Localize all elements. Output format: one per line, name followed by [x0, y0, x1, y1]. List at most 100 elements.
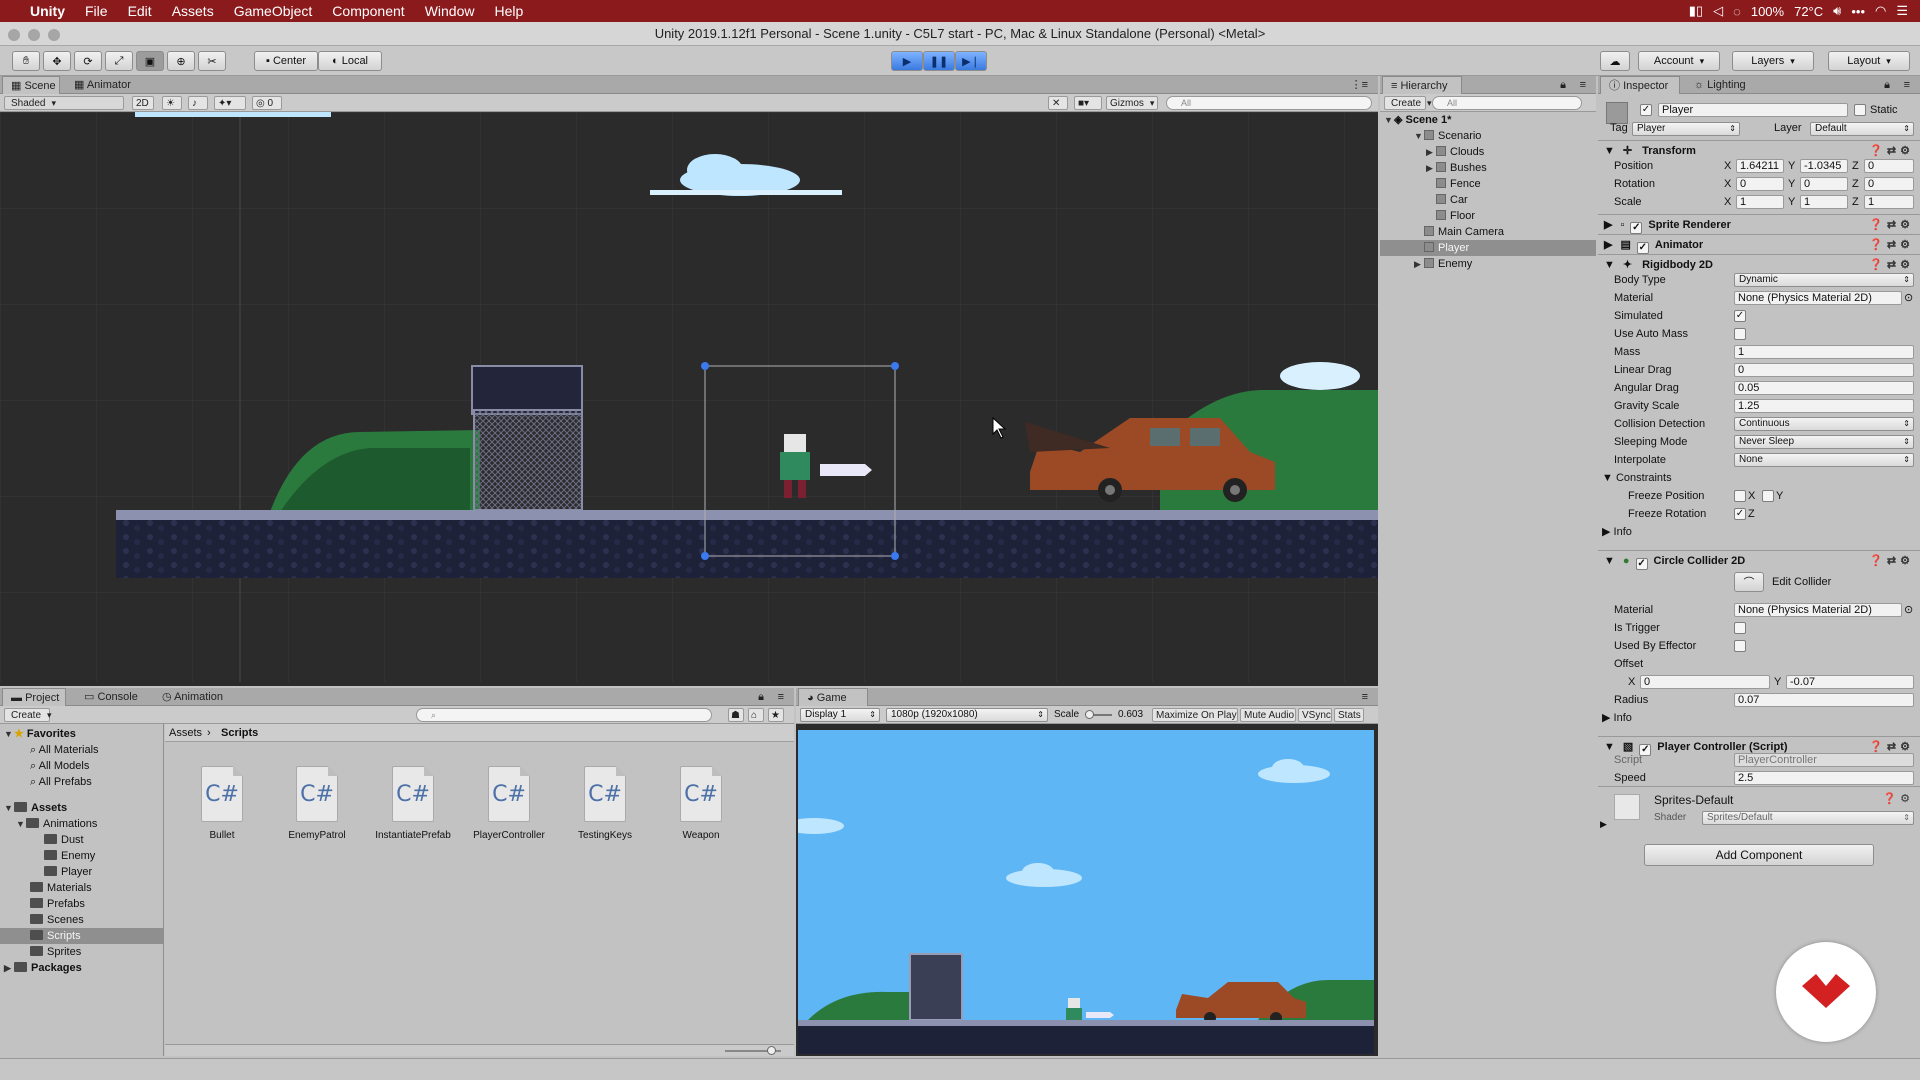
wifi-icon[interactable]: ◠	[1875, 3, 1886, 19]
animator-header[interactable]: ▶ ▤ ✓ Animator ❓⇄⚙	[1598, 234, 1920, 254]
position-x-field[interactable]: 1.64211	[1736, 159, 1784, 173]
hierarchy-item-player[interactable]: Player	[1380, 240, 1596, 256]
project-create-dropdown[interactable]: Create	[4, 708, 50, 722]
tab-inspector[interactable]: ⓘ Inspector	[1600, 76, 1680, 94]
menu-component[interactable]: Component	[322, 3, 414, 19]
script-file-playercontroller[interactable]: C# PlayerController	[464, 766, 554, 841]
gizmos-dropdown[interactable]: Gizmos	[1106, 96, 1158, 110]
script-file-weapon[interactable]: C# Weapon	[656, 766, 746, 841]
pivot-center-button[interactable]: ▪ Center	[254, 51, 318, 71]
fold-arrow-icon[interactable]: ▼	[1384, 112, 1394, 128]
layout-dropdown[interactable]: Layout	[1828, 51, 1910, 71]
fold-arrow-icon[interactable]: ▶	[1602, 712, 1614, 724]
shading-mode-dropdown[interactable]: Shaded	[4, 96, 124, 110]
effects-dropdown-icon[interactable]: ✦▾	[214, 96, 246, 110]
interpolate-dropdown[interactable]: None	[1734, 453, 1914, 467]
hierarchy-item-scenario[interactable]: ▼ Scenario	[1414, 128, 1584, 144]
sidebar-status-icon[interactable]: ▮▯	[1689, 3, 1703, 19]
step-button[interactable]: ▶❘	[955, 51, 987, 71]
more-icon[interactable]: •••	[1851, 4, 1865, 19]
fold-arrow-icon[interactable]: ▶	[1600, 816, 1607, 832]
auto-mass-checkbox[interactable]	[1734, 328, 1746, 340]
hierarchy-item-floor[interactable]: Floor	[1436, 208, 1586, 224]
fold-arrow-icon[interactable]: ▼	[1604, 145, 1615, 157]
layers-dropdown[interactable]: Layers	[1732, 51, 1814, 71]
tab-animator[interactable]: ▦ Animator	[66, 76, 139, 94]
project-search-input[interactable]: ⌕	[416, 708, 712, 722]
folder-player[interactable]: Player	[44, 864, 92, 880]
breadcrumb-assets[interactable]: Assets	[169, 725, 202, 741]
collider-material-field[interactable]: None (Physics Material 2D)	[1734, 603, 1902, 617]
freeze-pos-y-checkbox[interactable]	[1762, 490, 1774, 502]
animator-checkbox[interactable]: ✓	[1636, 242, 1649, 254]
zoom-window-button[interactable]	[48, 29, 60, 41]
script-file-enemypatrol[interactable]: C# EnemyPatrol	[272, 766, 362, 841]
folder-scripts[interactable]: Scripts	[0, 928, 163, 944]
menu-assets[interactable]: Assets	[162, 3, 224, 19]
object-picker-icon[interactable]: ⊙	[1904, 290, 1913, 306]
hierarchy-menu-icon[interactable]: ≡	[1572, 76, 1594, 94]
menu-help[interactable]: Help	[484, 3, 533, 19]
fold-arrow-icon[interactable]: ▶	[1426, 144, 1436, 160]
play-button[interactable]: ▶	[891, 51, 923, 71]
minimize-window-button[interactable]	[28, 29, 40, 41]
fold-arrow-icon[interactable]: ▶	[1414, 256, 1424, 272]
favorite-all-models[interactable]: ⌕ All Models	[30, 758, 89, 774]
icon-size-slider-thumb[interactable]	[767, 1046, 776, 1055]
used-by-effector-checkbox[interactable]	[1734, 640, 1746, 652]
filter-type-icon[interactable]: ☗	[728, 708, 744, 722]
hierarchy-item-main-camera[interactable]: Main Camera	[1424, 224, 1590, 240]
hierarchy-item-fence[interactable]: Fence	[1436, 176, 1586, 192]
scene-root-row[interactable]: ▼◈ Scene 1*	[1384, 112, 1590, 128]
rotation-y-field[interactable]: 0	[1800, 177, 1848, 191]
scale-z-field[interactable]: 1	[1864, 195, 1914, 209]
sleeping-mode-dropdown[interactable]: Never Sleep	[1734, 435, 1914, 449]
fold-arrow-icon[interactable]: ▶	[1426, 160, 1436, 176]
game-view-canvas[interactable]	[798, 730, 1374, 1054]
assets-root-row[interactable]: ▼ Assets	[4, 800, 67, 816]
fold-arrow-icon[interactable]: ▼	[1604, 259, 1615, 271]
gravity-scale-field[interactable]: 1.25	[1734, 399, 1914, 413]
menu-gameobject[interactable]: GameObject	[224, 3, 323, 19]
account-dropdown[interactable]: Account	[1638, 51, 1720, 71]
rotation-z-field[interactable]: 0	[1864, 177, 1914, 191]
favorite-all-prefabs[interactable]: ⌕ All Prefabs	[30, 774, 92, 790]
2d-toggle[interactable]: 2D	[132, 96, 154, 110]
scale-slider-thumb[interactable]	[1085, 710, 1094, 719]
simulated-checkbox[interactable]: ✓	[1734, 310, 1746, 322]
offset-x-field[interactable]: 0	[1640, 675, 1770, 689]
scene-tools-icon[interactable]: ✕	[1048, 96, 1068, 110]
edit-collider-button[interactable]: ⌒	[1734, 572, 1764, 592]
hierarchy-item-bushes[interactable]: ▶ Bushes	[1426, 160, 1586, 176]
object-picker-icon[interactable]: ⊙	[1904, 602, 1913, 618]
fold-arrow-icon[interactable]: ▼	[4, 726, 14, 742]
pause-button[interactable]: ❚❚	[923, 51, 955, 71]
mass-field[interactable]: 1	[1734, 345, 1914, 359]
scene-viewport[interactable]	[0, 112, 1378, 686]
resolution-dropdown[interactable]: 1080p (1920x1080)	[886, 708, 1048, 722]
favorites-row[interactable]: ▼★ Favorites	[4, 726, 76, 742]
hierarchy-item-enemy[interactable]: ▶ Enemy	[1414, 256, 1584, 272]
game-menu-icon[interactable]: ≡	[1354, 688, 1376, 706]
packages-row[interactable]: ▶ Packages	[4, 960, 82, 976]
sprite-renderer-header[interactable]: ▶ ▫ ✓ Sprite Renderer ❓⇄⚙	[1598, 214, 1920, 234]
tab-game[interactable]: ◕ Game	[798, 688, 868, 706]
transform-tool-icon[interactable]: ⊕	[167, 51, 195, 71]
lighting-toggle-icon[interactable]: ☀︎	[162, 96, 182, 110]
scene-canvas[interactable]	[0, 112, 1378, 682]
tab-scene[interactable]: ▦ Scene	[2, 76, 60, 94]
folder-enemy[interactable]: Enemy	[44, 848, 95, 864]
component-settings-icon[interactable]: ❓⇄⚙	[1869, 141, 1914, 161]
rotate-tool-icon[interactable]: ⟳	[74, 51, 102, 71]
script-file-testingkeys[interactable]: C# TestingKeys	[560, 766, 650, 841]
component-settings-icon[interactable]: ❓⇄⚙	[1869, 551, 1914, 571]
menu-edit[interactable]: Edit	[118, 3, 162, 19]
component-settings-icon[interactable]: ❓⇄⚙	[1869, 215, 1914, 235]
constraints-foldout[interactable]: ▼ Constraints	[1602, 470, 1672, 486]
filter-label-icon[interactable]: ⌂	[748, 708, 764, 722]
transform-header[interactable]: ▼ ✛ Transform ❓⇄⚙	[1598, 140, 1920, 160]
rigidbody2d-header[interactable]: ▼ ✦ Rigidbody 2D ❓⇄⚙	[1598, 254, 1920, 274]
favorite-all-materials[interactable]: ⌕ All Materials	[30, 742, 99, 758]
folder-materials[interactable]: Materials	[30, 880, 92, 896]
fold-arrow-icon[interactable]: ▼	[1414, 128, 1424, 144]
